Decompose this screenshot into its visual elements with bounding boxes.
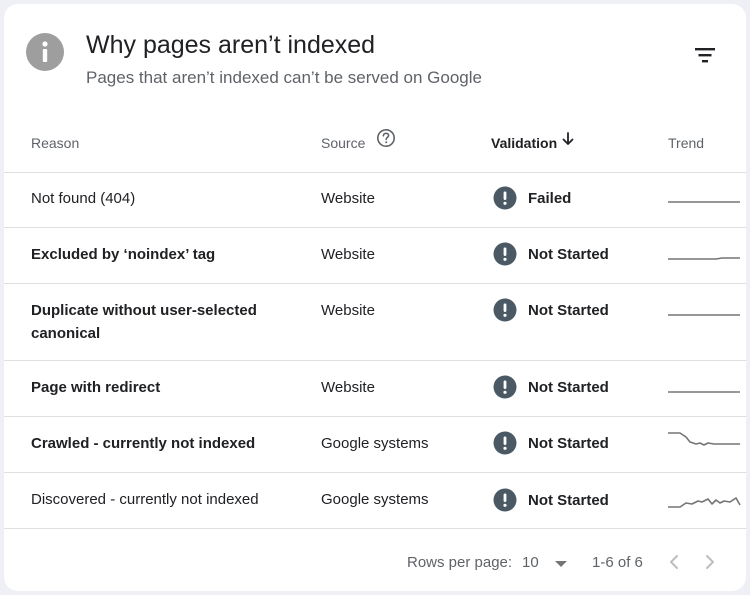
column-header-source[interactable]: Source [321,135,365,151]
row-validation-status: Not Started [528,246,609,263]
column-header-trend: Trend [668,135,705,151]
row-validation-status: Not Started [528,379,609,396]
filter-icon[interactable] [688,40,722,70]
column-header-validation[interactable]: Validation [491,135,557,151]
table-row[interactable]: Crawled - currently not indexed Google s… [4,417,746,473]
trend-sparkline [668,314,740,316]
caret-down-icon [555,561,567,567]
trend-sparkline [668,201,740,203]
card-header: Why pages aren’t indexed Pages that aren… [4,4,746,114]
chevron-right-icon[interactable] [699,551,721,573]
row-reason: Crawled - currently not indexed [31,435,256,452]
trend-sparkline [668,391,740,393]
table-header: Reason Source Validation Trend [4,114,746,173]
row-validation-status: Not Started [528,492,609,509]
row-reason: Page with redirect [31,379,161,396]
row-source: Website [321,379,375,396]
row-reason: Not found (404) [31,190,136,207]
alert-icon [493,298,517,322]
page-title: Why pages aren’t indexed [86,31,376,59]
rows-per-page-label: Rows per page: [407,554,513,571]
row-reason: Duplicate without user-selected canonica… [31,302,257,342]
row-source: Website [321,246,375,263]
table-row[interactable]: Duplicate without user-selected canonica… [4,284,746,361]
alert-icon [493,242,517,266]
arrow-down-icon[interactable] [560,131,576,147]
alert-icon [493,375,517,399]
alert-icon [493,488,517,512]
row-source: Google systems [321,491,429,508]
row-source: Website [321,302,375,319]
indexing-card: Why pages aren’t indexed Pages that aren… [4,4,746,591]
pagination-bar: Rows per page: 10 1-6 of 6 [4,534,746,591]
column-header-reason[interactable]: Reason [31,135,79,151]
row-reason: Discovered - currently not indexed [31,491,259,508]
page-subtitle: Pages that aren’t indexed can’t be serve… [86,68,482,87]
chevron-left-icon[interactable] [663,551,685,573]
table-row[interactable]: Excluded by ‘noindex’ tag Website Not St… [4,228,746,284]
row-validation-status: Failed [528,190,572,207]
table-row[interactable]: Page with redirect Website Not Started [4,361,746,417]
row-source: Website [321,190,375,207]
pagination-range: 1-6 of 6 [592,554,643,571]
alert-icon [493,186,517,210]
trend-sparkline [668,432,740,446]
row-reason: Excluded by ‘noindex’ tag [31,246,216,263]
rows-per-page-value: 10 [522,554,539,571]
row-validation-status: Not Started [528,435,609,452]
info-icon [26,33,64,71]
row-source: Google systems [321,435,429,452]
table-row[interactable]: Not found (404) Website Failed [4,172,746,228]
help-icon[interactable] [376,128,396,148]
trend-sparkline [668,497,741,508]
alert-icon [493,431,517,455]
table-row[interactable]: Discovered - currently not indexed Googl… [4,473,746,529]
trend-sparkline [668,257,740,260]
row-validation-status: Not Started [528,302,609,319]
rows-per-page-select[interactable]: 10 [520,548,572,578]
